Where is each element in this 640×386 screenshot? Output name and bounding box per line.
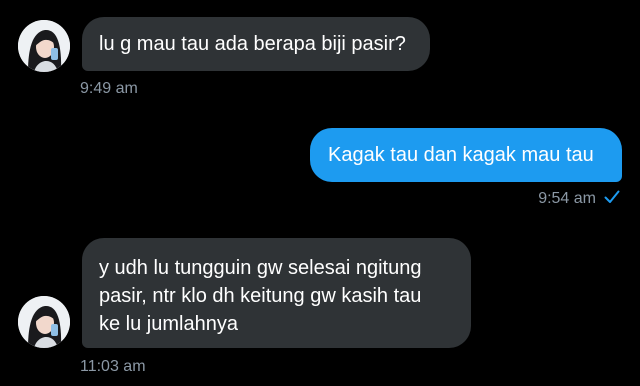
message-status-row: 9:54 am: [538, 189, 620, 209]
message-text-line: ke lu jumlahnya: [99, 313, 238, 335]
message-timestamp: 9:54 am: [538, 190, 596, 207]
avatar[interactable]: [18, 20, 70, 72]
message-bubble-incoming[interactable]: lu g mau tau ada berapa biji pasir?: [82, 17, 430, 71]
user-avatar-icon: [18, 296, 70, 348]
message-bubble-incoming[interactable]: y udh lu tungguin gw selesai ngitung pas…: [82, 238, 471, 348]
message-text-line: pasir, ntr klo dh keitung gw kasih tau: [99, 285, 422, 307]
message-text-line: y udh lu tungguin gw selesai ngitung: [99, 257, 422, 279]
user-avatar-icon: [18, 20, 70, 72]
message-bubble-outgoing[interactable]: Kagak tau dan kagak mau tau: [310, 128, 622, 182]
read-check-icon: [604, 190, 620, 204]
message-timestamp: 11:03 am: [80, 358, 146, 375]
message-text: Kagak tau dan kagak mau tau: [328, 144, 594, 166]
message-timestamp: 9:49 am: [80, 80, 138, 97]
avatar[interactable]: [18, 296, 70, 348]
message-text: lu g mau tau ada berapa biji pasir?: [99, 33, 406, 55]
